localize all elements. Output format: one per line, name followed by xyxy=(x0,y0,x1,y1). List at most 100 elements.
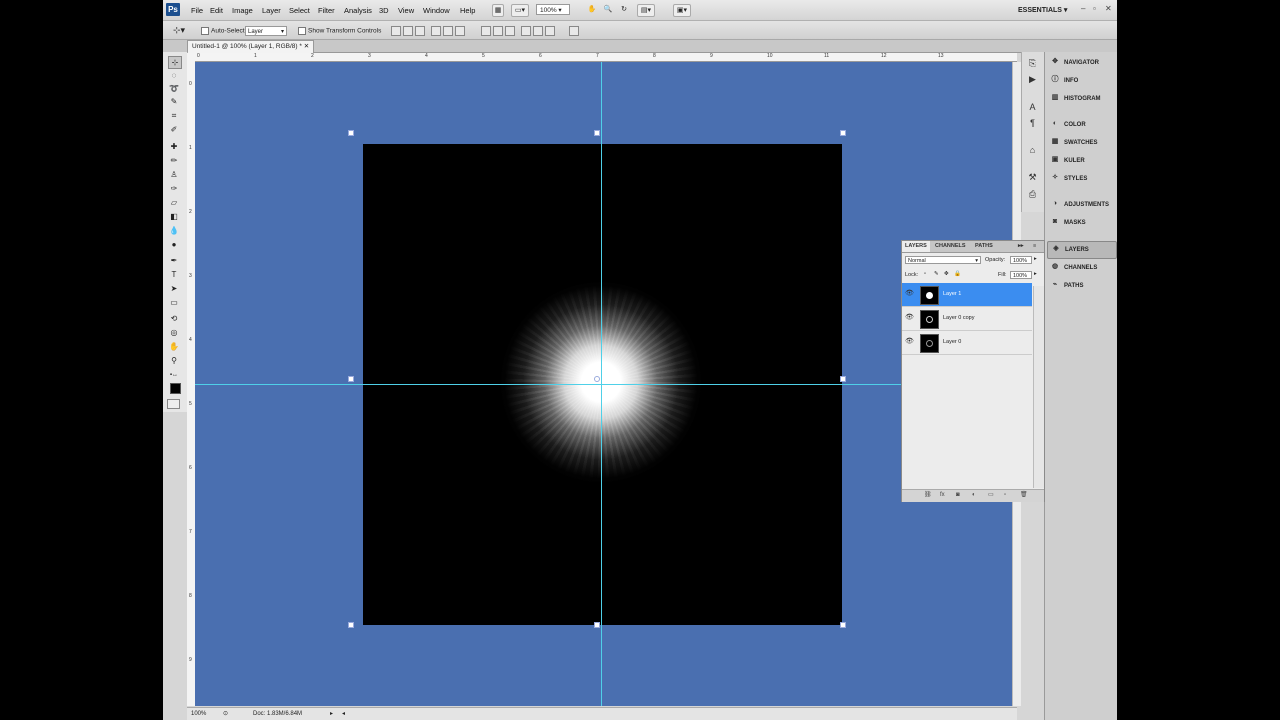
move-tool-icon[interactable]: ⊹ xyxy=(168,56,182,69)
delete-layer-icon[interactable]: 🗑 xyxy=(1020,492,1028,499)
crop-tool-icon[interactable]: ⌗ xyxy=(168,110,180,121)
fill-field[interactable]: 100% xyxy=(1010,271,1032,279)
brush-tool-icon[interactable]: ✏ xyxy=(168,155,180,166)
screen-mode-2-icon[interactable]: ▣▾ xyxy=(673,4,691,17)
add-mask-icon[interactable]: ◙ xyxy=(956,492,963,499)
menu-help[interactable]: Help xyxy=(460,6,475,15)
dock-styles[interactable]: ✧ STYLES xyxy=(1047,171,1115,187)
dock-info[interactable]: ⓘ INFO xyxy=(1047,73,1115,89)
layer-style-icon[interactable]: fx xyxy=(940,492,947,499)
menu-select[interactable]: Select xyxy=(289,6,310,15)
visibility-eye-icon[interactable]: 👁 xyxy=(905,338,914,346)
align-left-icon[interactable] xyxy=(431,26,441,36)
zoom-tool-icon[interactable]: ⚲ xyxy=(168,355,180,366)
menu-filter[interactable]: Filter xyxy=(318,6,335,15)
lock-transparent-icon[interactable]: ▫ xyxy=(924,271,926,277)
bridge-icon[interactable]: ▦ xyxy=(492,4,504,17)
align-top-icon[interactable] xyxy=(391,26,401,36)
clone-source-panel-icon[interactable]: ⎙ xyxy=(1027,189,1038,200)
quick-mask-icon[interactable] xyxy=(167,399,180,409)
align-right-icon[interactable] xyxy=(455,26,465,36)
dock-layers[interactable]: ◈ LAYERS xyxy=(1047,241,1117,259)
tab-channels[interactable]: CHANNELS xyxy=(932,241,969,252)
marquee-tool-icon[interactable]: ◌ xyxy=(168,70,180,81)
auto-select-checkbox[interactable]: Auto-Select: xyxy=(201,27,246,35)
layer-row[interactable]: 👁 Layer 0 copy xyxy=(902,307,1032,331)
dock-color[interactable]: ◐ COLOR xyxy=(1047,117,1115,133)
zoom-dropdown[interactable]: 100% ▾ xyxy=(536,4,570,15)
character-panel-icon[interactable]: A xyxy=(1027,102,1038,113)
auto-select-check[interactable] xyxy=(201,27,209,35)
screen-mode-icon[interactable]: ▭▾ xyxy=(511,4,529,17)
transform-handle-mr[interactable] xyxy=(840,376,846,382)
transform-check[interactable] xyxy=(298,27,306,35)
layer-row[interactable]: 👁 Layer 0 xyxy=(902,331,1032,355)
menu-edit[interactable]: Edit xyxy=(210,6,223,15)
healing-brush-tool-icon[interactable]: ✚ xyxy=(168,141,180,152)
brushes-panel-icon[interactable]: ⌂ xyxy=(1027,145,1038,156)
menu-file[interactable]: File xyxy=(191,6,203,15)
layer-name[interactable]: Layer 0 xyxy=(943,339,961,345)
menu-analysis[interactable]: Analysis xyxy=(344,6,372,15)
dock-kuler[interactable]: ▣ KULER xyxy=(1047,153,1115,169)
eraser-tool-icon[interactable]: ▱ xyxy=(168,197,180,208)
actions-panel-icon[interactable]: ▶ xyxy=(1027,74,1038,85)
lock-all-icon[interactable]: 🔒 xyxy=(954,271,961,277)
transform-center-point[interactable] xyxy=(594,376,600,382)
restore-icon[interactable]: ▫ xyxy=(1093,4,1096,13)
minimize-icon[interactable]: – xyxy=(1081,4,1085,13)
adjustment-layer-icon[interactable]: ◐ xyxy=(972,492,979,499)
transform-handle-tr[interactable] xyxy=(840,130,846,136)
opacity-field[interactable]: 100% xyxy=(1010,256,1032,264)
guide-horizontal[interactable] xyxy=(195,384,1012,385)
transform-handle-br[interactable] xyxy=(840,622,846,628)
visibility-eye-icon[interactable]: 👁 xyxy=(905,290,914,298)
transform-handle-tl[interactable] xyxy=(348,130,354,136)
hand-icon[interactable]: ✋ xyxy=(587,4,597,15)
quick-select-tool-icon[interactable]: ✎ xyxy=(168,96,180,107)
distribute-vcenter-icon[interactable] xyxy=(493,26,503,36)
dock-swatches[interactable]: ▦ SWATCHES xyxy=(1047,135,1115,151)
lock-position-icon[interactable]: ✥ xyxy=(944,271,949,277)
path-select-tool-icon[interactable]: ➤ xyxy=(168,283,180,294)
status-menu-arrow-icon[interactable]: ▸ xyxy=(330,710,333,717)
visibility-eye-icon[interactable]: 👁 xyxy=(905,314,914,322)
hand-tool-icon[interactable]: ✋ xyxy=(168,341,180,352)
rotate-view-icon[interactable]: ↻ xyxy=(619,4,629,15)
new-group-icon[interactable]: ▭ xyxy=(988,492,995,499)
distribute-hcenter-icon[interactable] xyxy=(533,26,543,36)
transform-handle-tc[interactable] xyxy=(594,130,600,136)
fill-arrow-icon[interactable]: ▸ xyxy=(1034,271,1037,277)
tab-paths[interactable]: PATHS xyxy=(972,241,996,252)
panel-menu-icon[interactable]: ▸▸ xyxy=(1015,241,1027,252)
menu-3d[interactable]: 3D xyxy=(379,6,389,15)
paragraph-panel-icon[interactable]: ¶ xyxy=(1027,118,1038,129)
layer-name[interactable]: Layer 0 copy xyxy=(943,315,975,321)
status-zoom[interactable]: 100% xyxy=(191,711,206,717)
dock-channels[interactable]: ◍ CHANNELS xyxy=(1047,260,1115,276)
auto-select-dropdown[interactable]: Layer ▾ xyxy=(245,26,287,36)
history-panel-icon[interactable]: ⎘ xyxy=(1027,58,1038,69)
arrange-docs-icon[interactable]: ▤▾ xyxy=(637,4,655,17)
close-icon[interactable]: ✕ xyxy=(1105,4,1112,13)
transform-handle-bc[interactable] xyxy=(594,622,600,628)
dock-paths[interactable]: ⌁ PATHS xyxy=(1047,278,1115,294)
tool-presets-panel-icon[interactable]: ⚒ xyxy=(1027,172,1038,183)
new-layer-icon[interactable]: ▫ xyxy=(1004,492,1011,499)
align-hcenter-icon[interactable] xyxy=(443,26,453,36)
3d-orbit-tool-icon[interactable]: ◎ xyxy=(168,327,180,338)
foreground-color-swatch[interactable] xyxy=(170,383,181,394)
workspace-switcher[interactable]: ESSENTIALS ▾ xyxy=(1018,6,1067,14)
zoom-tool-icon[interactable]: 🔍 xyxy=(603,4,613,15)
scroll-left-icon[interactable]: ◂ xyxy=(342,710,345,717)
distribute-bottom-icon[interactable] xyxy=(505,26,515,36)
auto-align-icon[interactable] xyxy=(569,26,579,36)
menu-image[interactable]: Image xyxy=(232,6,253,15)
history-brush-tool-icon[interactable]: ✑ xyxy=(168,183,180,194)
layers-scrollbar[interactable] xyxy=(1033,286,1044,488)
pen-tool-icon[interactable]: ✒ xyxy=(168,255,180,266)
gradient-tool-icon[interactable]: ◧ xyxy=(168,211,180,222)
clone-stamp-tool-icon[interactable]: ♙ xyxy=(168,169,180,180)
3d-rotate-tool-icon[interactable]: ⟲ xyxy=(168,313,180,324)
dock-histogram[interactable]: ▥ HISTOGRAM xyxy=(1047,91,1115,107)
